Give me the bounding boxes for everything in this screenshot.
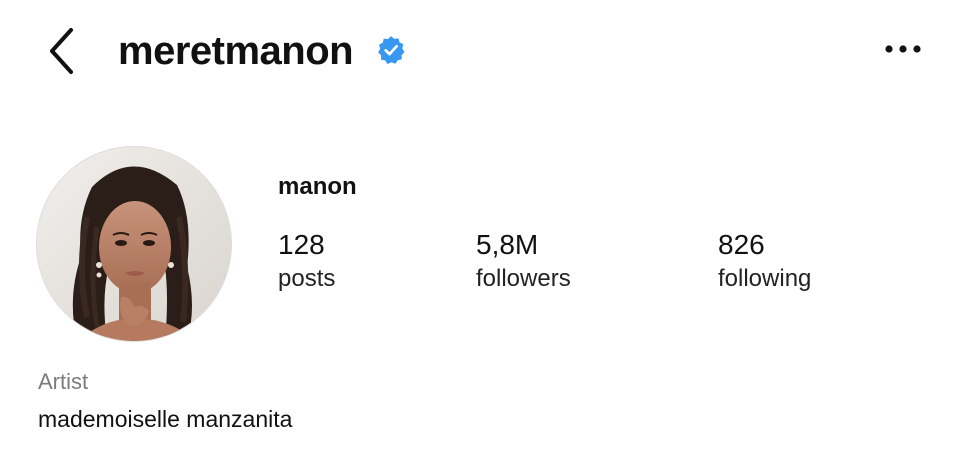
following-label: following bbox=[718, 265, 812, 292]
profile-username: meretmanon bbox=[118, 29, 354, 73]
posts-label: posts bbox=[278, 265, 336, 292]
more-horizontal-icon bbox=[885, 45, 921, 53]
following-count-stat[interactable]: 826 following bbox=[718, 226, 811, 294]
profile-bio: mademoiselle manzanita bbox=[38, 406, 293, 432]
following-count: 826 bbox=[718, 229, 765, 260]
verified-badge-icon bbox=[378, 36, 405, 64]
chevron-left-icon bbox=[50, 28, 73, 74]
posts-count-stat[interactable]: 128 posts bbox=[278, 226, 335, 294]
back-button[interactable] bbox=[40, 24, 84, 78]
avatar-photo bbox=[37, 147, 231, 341]
profile-screen: meretmanon manon 128 posts 5,8M follower… bbox=[0, 0, 968, 474]
posts-count: 128 bbox=[278, 229, 325, 260]
followers-count: 5,8M bbox=[476, 229, 539, 260]
profile-display-name: manon bbox=[278, 173, 357, 200]
followers-count-stat[interactable]: 5,8M followers bbox=[476, 226, 571, 294]
profile-category: Artist bbox=[38, 369, 89, 394]
avatar[interactable] bbox=[36, 146, 232, 342]
followers-label: followers bbox=[476, 265, 571, 292]
more-options-button[interactable] bbox=[880, 34, 926, 64]
